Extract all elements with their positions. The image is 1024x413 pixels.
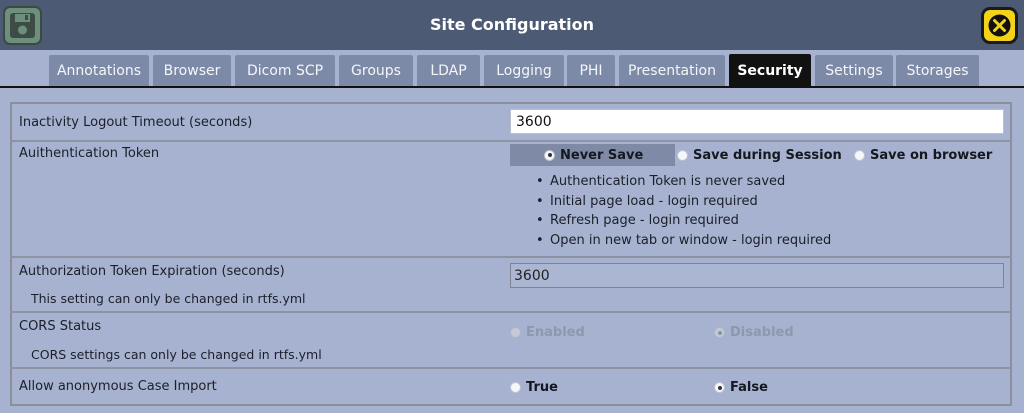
row-divider — [10, 367, 1012, 369]
auth-token-save-session-option[interactable]: Save during Session — [677, 148, 842, 163]
authorization-note: This setting can only be changed in rtfs… — [31, 291, 306, 306]
list-item: Initial page load - login required — [536, 192, 831, 212]
title-bar: Site Configuration — [0, 0, 1024, 50]
anonymous-import-false-option[interactable]: False — [714, 380, 768, 395]
cors-disabled-option: Disabled — [714, 325, 794, 340]
anonymous-import-option-label: True — [526, 380, 558, 395]
row-divider — [10, 140, 1012, 142]
cors-option-label: Disabled — [730, 325, 794, 340]
radio-unchecked-icon[interactable] — [677, 150, 688, 161]
tab-ldap[interactable]: LDAP — [417, 55, 480, 87]
tab-logging[interactable]: Logging — [484, 55, 564, 87]
auth-token-option-label: Save on browser — [870, 148, 993, 163]
auth-token-notes: Authentication Token is never saved Init… — [536, 172, 831, 250]
list-item: Open in new tab or window - login requir… — [536, 231, 831, 251]
cors-enabled-option: Enabled — [510, 325, 585, 340]
anonymous-import-true-option[interactable]: True — [510, 380, 558, 395]
tab-presentation[interactable]: Presentation — [619, 55, 725, 87]
tab-security[interactable]: Security — [729, 54, 811, 88]
tab-groups[interactable]: Groups — [339, 55, 413, 87]
tab-phi[interactable]: PHI — [567, 55, 615, 87]
page-title: Site Configuration — [429, 15, 595, 34]
tab-browser[interactable]: Browser — [153, 55, 231, 87]
anonymous-import-label: Allow anonymous Case Import — [19, 379, 217, 394]
radio-checked-icon[interactable] — [544, 149, 555, 161]
row-divider — [10, 311, 1012, 313]
radio-unchecked-icon — [510, 327, 521, 338]
cors-status-label: CORS Status — [19, 319, 102, 334]
cors-option-label: Enabled — [526, 325, 585, 340]
list-item: Authentication Token is never saved — [536, 172, 831, 192]
tab-annotations[interactable]: Annotations — [49, 55, 149, 87]
close-x-icon — [988, 14, 1011, 42]
cors-note: CORS settings can only be changed in rtf… — [31, 347, 322, 362]
authorization-expiration-label: Authorization Token Expiration (seconds) — [19, 264, 285, 279]
auth-token-label: Auithentication Token — [19, 146, 160, 161]
tab-settings[interactable]: Settings — [815, 55, 893, 87]
radio-unchecked-icon[interactable] — [854, 150, 865, 161]
auth-token-option-label: Never Save — [560, 147, 644, 163]
tab-underline — [0, 86, 1024, 88]
row-divider — [10, 256, 1012, 258]
tab-dicom-scp[interactable]: Dicom SCP — [235, 55, 335, 87]
tab-storages[interactable]: Storages — [896, 55, 979, 87]
radio-checked-icon[interactable] — [714, 382, 725, 393]
radio-checked-icon — [714, 327, 725, 338]
authorization-expiration-value: 3600 — [510, 263, 1004, 288]
auth-token-never-save-option[interactable]: Never Save — [510, 144, 676, 166]
auth-token-save-browser-option[interactable]: Save on browser — [854, 148, 992, 163]
inactivity-timeout-label: Inactivity Logout Timeout (seconds) — [19, 115, 253, 130]
inactivity-timeout-input[interactable] — [510, 109, 1004, 134]
radio-unchecked-icon[interactable] — [510, 382, 521, 393]
anonymous-import-option-label: False — [730, 380, 768, 395]
list-item: Refresh page - login required — [536, 211, 831, 231]
close-button[interactable] — [981, 7, 1018, 44]
auth-token-option-label: Save during Session — [693, 148, 842, 163]
